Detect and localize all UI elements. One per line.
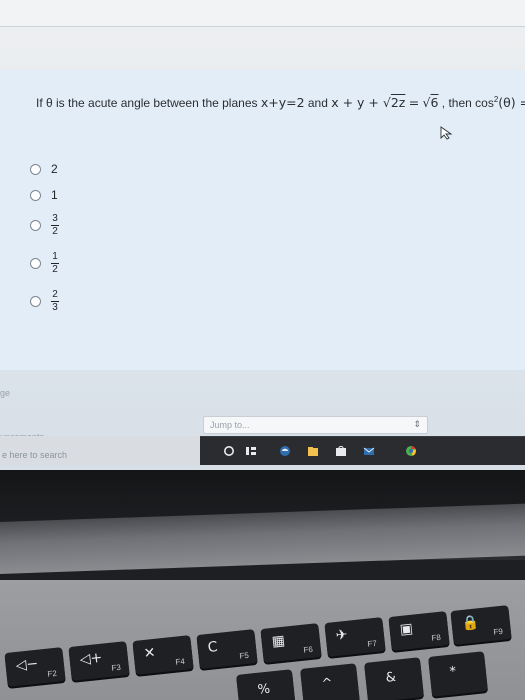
key-label: F4 [175, 656, 186, 667]
edge-icon[interactable] [278, 445, 292, 457]
key-f3[interactable]: ◁+ F3 [68, 641, 130, 681]
radio-button[interactable] [30, 219, 41, 231]
plane-2-left: x + y + [331, 95, 383, 110]
option-label: 2 [51, 162, 58, 176]
key-caret[interactable]: ^ [300, 663, 360, 700]
option-3-over-2[interactable]: 3 2 [30, 212, 59, 237]
option-2[interactable]: 2 [30, 158, 58, 180]
key-f9[interactable]: 🔒 F9 [450, 605, 512, 645]
sqrt-arg-2: 6 [430, 95, 439, 110]
key-symbol: & [384, 669, 397, 686]
key-symbol: ^ [320, 675, 334, 692]
store-icon[interactable] [334, 445, 348, 457]
fraction-numerator: 1 [52, 250, 58, 262]
radio-button[interactable] [30, 295, 41, 307]
mail-icon[interactable] [362, 445, 376, 457]
mouse-cursor-icon [440, 126, 452, 140]
taskbar-search-area[interactable]: e here to search [0, 436, 200, 464]
option-1[interactable]: 1 [30, 184, 58, 206]
plane-1: x+y=2 [260, 95, 305, 110]
key-percent[interactable]: % [236, 669, 296, 700]
option-label: 1 [51, 188, 58, 202]
fraction-numerator: 2 [52, 288, 58, 300]
question-card [0, 70, 525, 370]
circle-icon[interactable] [222, 445, 236, 457]
key-label: F8 [431, 632, 442, 643]
jump-to-select[interactable]: Jump to... ⇕ [203, 416, 428, 434]
taskbar [200, 436, 525, 465]
question-text: If θ is the acute angle between the plan… [36, 95, 525, 110]
key-label: F2 [47, 668, 58, 679]
question-middle: and [307, 96, 332, 110]
key-label: F3 [111, 662, 122, 673]
option-fraction: 1 2 [51, 250, 59, 275]
option-2-over-3[interactable]: 2 3 [30, 288, 59, 313]
key-label: F7 [367, 638, 378, 649]
refresh-icon: C [206, 639, 219, 656]
top-bar [0, 0, 525, 27]
key-symbol: * [448, 664, 458, 680]
key-f5[interactable]: C F5 [196, 629, 258, 669]
option-fraction: 3 2 [51, 212, 59, 237]
key-label: F5 [239, 650, 250, 661]
mic-mute-icon: ✕ [142, 644, 157, 662]
task-view-icon[interactable] [244, 445, 258, 457]
fraction-denominator: 2 [52, 263, 58, 275]
option-1-over-2[interactable]: 1 2 [30, 250, 59, 275]
radio-button[interactable] [30, 257, 41, 269]
key-f2[interactable]: ◁− F2 [4, 647, 66, 687]
volume-down-icon: ◁− [14, 655, 40, 674]
file-explorer-icon[interactable] [306, 445, 320, 457]
key-symbol: % [256, 681, 271, 698]
sqrt-symbol-1: √ [382, 95, 391, 110]
key-f4[interactable]: ✕ F4 [132, 635, 194, 675]
display-icon: ▦ [270, 632, 286, 650]
sidebar-page-fragment: ge [0, 388, 11, 398]
plane-2-eq: = [408, 95, 420, 110]
key-f7[interactable]: ✈ F7 [324, 617, 386, 657]
question-tail: (θ) = [498, 95, 525, 110]
key-ampersand[interactable]: & [364, 657, 424, 700]
select-arrows-icon: ⇕ [413, 419, 421, 429]
option-fraction: 2 3 [51, 288, 59, 313]
chrome-icon[interactable] [404, 445, 418, 457]
radio-button[interactable] [30, 189, 41, 201]
fraction-numerator: 3 [52, 212, 58, 224]
sqrt-symbol-2: √ [422, 95, 431, 110]
search-placeholder: e here to search [2, 450, 68, 460]
fraction-denominator: 2 [52, 225, 58, 237]
key-f8[interactable]: ▣ F8 [388, 611, 450, 651]
settings-panel-icon: ▣ [398, 620, 414, 638]
key-f6[interactable]: ▦ F6 [260, 623, 322, 663]
fraction-denominator: 3 [52, 301, 58, 313]
jump-to-label: Jump to... [210, 420, 250, 430]
volume-up-icon: ◁+ [78, 649, 104, 668]
sqrt-arg-1: 2z [390, 95, 406, 110]
key-label: F6 [303, 644, 314, 655]
airplane-icon: ✈ [334, 626, 349, 644]
key-label: F9 [493, 626, 504, 637]
key-asterisk[interactable]: * [428, 651, 488, 697]
photo-frame: If θ is the acute angle between the plan… [0, 0, 525, 700]
question-suffix: , then cos [441, 96, 494, 110]
top-divider [0, 26, 525, 27]
laptop-screen: If θ is the acute angle between the plan… [0, 0, 525, 470]
radio-button[interactable] [30, 163, 41, 175]
question-prefix: If θ is the acute angle between the plan… [36, 96, 261, 110]
lock-icon: 🔒 [460, 614, 480, 632]
